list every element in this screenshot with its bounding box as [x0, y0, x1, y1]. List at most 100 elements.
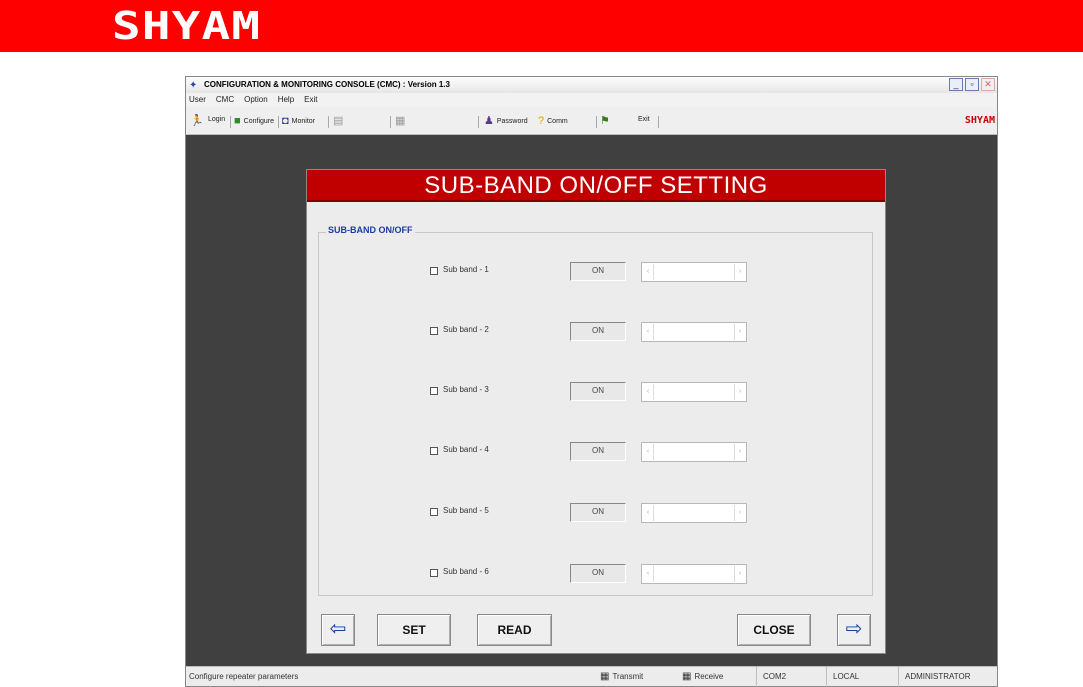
comm-label: Comm: [547, 118, 568, 125]
subband-6-state: ON: [570, 564, 626, 583]
menu-option[interactable]: Option: [244, 93, 268, 107]
toolbar-separator: [390, 116, 391, 128]
subband-1-select[interactable]: ‹ ›: [641, 262, 747, 282]
user-indicator: ADMINISTRATOR: [898, 667, 998, 687]
subband-4-label: Sub band - 4: [443, 445, 489, 454]
menu-help[interactable]: Help: [278, 93, 294, 107]
toolbar-separator: [230, 116, 231, 128]
toolbar-disabled-button: ▤: [333, 116, 343, 127]
subband-5-state: ON: [570, 503, 626, 522]
app-window: ✦ CONFIGURATION & MONITORING CONSOLE (CM…: [185, 76, 998, 687]
chevron-right-icon[interactable]: ›: [734, 444, 745, 460]
port-indicator: COM2: [756, 667, 811, 687]
next-page-button[interactable]: ⇨: [837, 614, 871, 646]
chevron-left-icon[interactable]: ‹: [643, 384, 654, 400]
exit-label: Exit: [638, 116, 650, 123]
subband-4-checkbox[interactable]: [430, 447, 438, 455]
toolbar-monitor-button[interactable]: ◘ Monitor: [282, 116, 315, 127]
status-message: Configure repeater parameters: [189, 672, 299, 681]
chevron-right-icon[interactable]: ›: [734, 384, 745, 400]
window-title: CONFIGURATION & MONITORING CONSOLE (CMC)…: [204, 80, 450, 89]
subband-3-select[interactable]: ‹ ›: [641, 382, 747, 402]
menu-exit[interactable]: Exit: [304, 93, 317, 107]
previous-page-button[interactable]: ⇦: [321, 614, 355, 646]
subband-row-4: Sub band - 4 ON ‹ ›: [319, 442, 872, 462]
receive-icon: ▦: [682, 671, 692, 682]
subband-6-checkbox[interactable]: [430, 569, 438, 577]
receive-indicator: ▦ Receive: [676, 667, 723, 687]
banner-logo: SHYAM: [112, 4, 262, 48]
subband-3-state: ON: [570, 382, 626, 401]
minimize-icon[interactable]: _: [949, 78, 963, 91]
subband-row-2: Sub band - 2 ON ‹ ›: [319, 322, 872, 342]
menu-cmc[interactable]: CMC: [216, 93, 234, 107]
subband-1-checkbox[interactable]: [430, 267, 438, 275]
subband-6-select[interactable]: ‹ ›: [641, 564, 747, 584]
transmit-indicator: ▦ Transmit: [594, 667, 643, 687]
chevron-right-icon[interactable]: ›: [734, 566, 745, 582]
toolbar-exit-button[interactable]: Exit: [638, 116, 650, 123]
transmit-label: Transmit: [612, 672, 644, 681]
toolbar-password-button[interactable]: ♟ Password: [484, 116, 528, 127]
chevron-left-icon[interactable]: ‹: [643, 505, 654, 521]
monitor-label: Monitor: [291, 118, 315, 125]
arrow-right-icon: ⇨: [845, 618, 863, 640]
chevron-right-icon[interactable]: ›: [734, 324, 745, 340]
toolbar-exit-icon-button[interactable]: ⚑: [600, 116, 610, 127]
chart-icon: ▦: [395, 115, 406, 127]
arrow-left-icon: ⇦: [329, 618, 347, 640]
subband-dialog: SUB-BAND ON/OFF SETTING SUB-BAND ON/OFF …: [306, 169, 886, 654]
menu-bar: User CMC Option Help Exit: [186, 93, 997, 107]
toolbar-separator: [658, 116, 659, 128]
subband-4-select[interactable]: ‹ ›: [641, 442, 747, 462]
subband-5-select[interactable]: ‹ ›: [641, 503, 747, 523]
subband-1-label: Sub band - 1: [443, 265, 489, 274]
top-banner: SHYAM: [0, 0, 1083, 52]
toolbar-brand-logo: SHYAM: [964, 115, 995, 126]
subband-6-label: Sub band - 6: [443, 567, 489, 576]
configure-label: Configure: [243, 118, 275, 125]
chevron-left-icon[interactable]: ‹: [643, 566, 654, 582]
subband-row-6: Sub band - 6 ON ‹ ›: [319, 564, 872, 584]
read-button[interactable]: READ: [477, 614, 552, 646]
grid-icon: ▤: [333, 115, 344, 127]
subband-group: SUB-BAND ON/OFF Sub band - 1 ON ‹ › Sub …: [318, 225, 873, 596]
window-controls: _ ▫ ✕: [949, 78, 995, 91]
menu-user[interactable]: User: [189, 93, 206, 107]
runner-icon: 🏃: [190, 115, 204, 127]
subband-2-checkbox[interactable]: [430, 327, 438, 335]
toolbar-configure-button[interactable]: ■ Configure: [234, 116, 274, 127]
subband-4-state: ON: [570, 442, 626, 461]
chevron-left-icon[interactable]: ‹: [643, 264, 654, 280]
subband-1-state: ON: [570, 262, 626, 281]
toolbar-comm-button[interactable]: ? Comm: [538, 116, 568, 127]
subband-row-1: Sub band - 1 ON ‹ ›: [319, 262, 872, 282]
subband-2-select[interactable]: ‹ ›: [641, 322, 747, 342]
transmit-icon: ▦: [600, 671, 610, 682]
close-button[interactable]: CLOSE: [737, 614, 811, 646]
monitor-icon: ◘: [282, 115, 289, 127]
subband-5-checkbox[interactable]: [430, 508, 438, 516]
maximize-icon[interactable]: ▫: [965, 78, 979, 91]
password-label: Password: [496, 118, 528, 125]
subband-3-checkbox[interactable]: [430, 387, 438, 395]
subband-2-state: ON: [570, 322, 626, 341]
subband-row-5: Sub band - 5 ON ‹ ›: [319, 503, 872, 523]
title-bar: ✦ CONFIGURATION & MONITORING CONSOLE (CM…: [186, 77, 997, 93]
chevron-left-icon[interactable]: ‹: [643, 444, 654, 460]
subband-3-label: Sub band - 3: [443, 385, 489, 394]
toolbar-login-button[interactable]: 🏃: [190, 116, 204, 127]
toolbar-separator: [478, 116, 479, 128]
group-title: SUB-BAND ON/OFF: [326, 225, 415, 235]
close-window-icon[interactable]: ✕: [981, 78, 995, 91]
chevron-right-icon[interactable]: ›: [734, 505, 745, 521]
chevron-left-icon[interactable]: ‹: [643, 324, 654, 340]
receive-label: Receive: [694, 672, 724, 681]
exit-icon: ⚑: [600, 115, 610, 127]
mode-indicator: LOCAL: [826, 667, 896, 687]
set-button[interactable]: SET: [377, 614, 451, 646]
toolbar-disabled-button-2: ▦: [395, 116, 405, 127]
toolbar-login-label-button[interactable]: Login: [208, 116, 225, 123]
toolbar-separator: [328, 116, 329, 128]
chevron-right-icon[interactable]: ›: [734, 264, 745, 280]
